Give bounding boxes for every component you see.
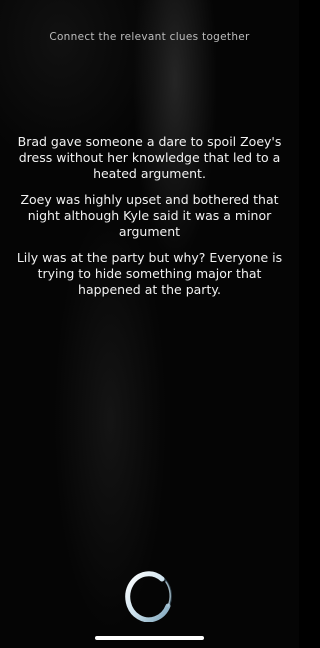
clue-text[interactable]: Lily was at the party but why? Everyone …: [14, 250, 285, 298]
clue-text[interactable]: Brad gave someone a dare to spoil Zoey's…: [14, 134, 285, 182]
background: [0, 0, 299, 648]
loading-ring-icon: [125, 571, 172, 622]
instruction-text: Connect the relevant clues together: [49, 31, 250, 43]
home-indicator[interactable]: [95, 636, 204, 640]
clue-list: Brad gave someone a dare to spoil Zoey's…: [14, 134, 285, 308]
clue-text[interactable]: Zoey was highly upset and bothered that …: [14, 192, 285, 240]
